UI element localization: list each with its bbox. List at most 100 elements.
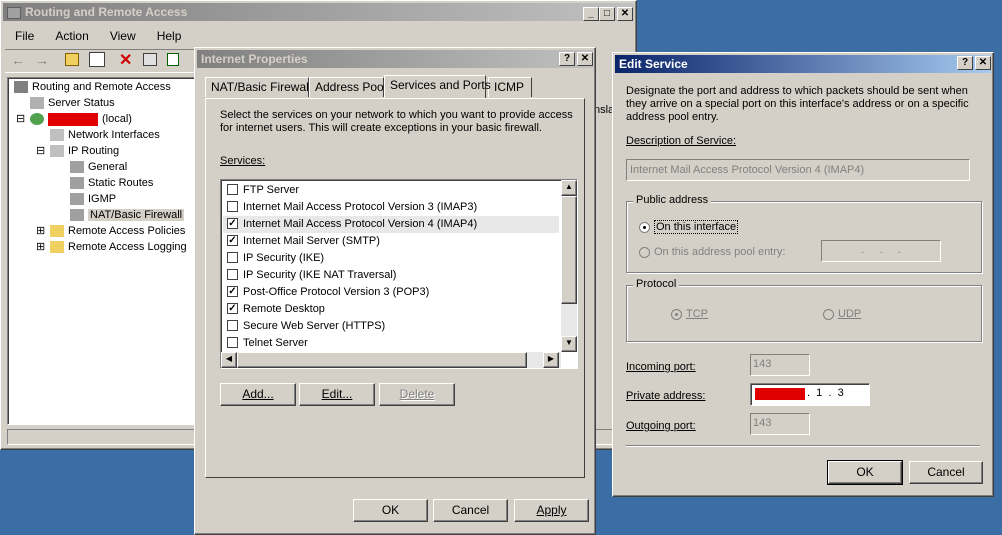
description-of-service-field[interactable]: Internet Mail Access Protocol Version 4 … <box>626 159 970 181</box>
up-folder-icon[interactable] <box>65 53 79 66</box>
scroll-left-arrow-icon[interactable]: ◀ <box>221 352 237 368</box>
tree-expander-policies[interactable]: ⊞ <box>36 224 45 238</box>
service-checkbox[interactable] <box>227 336 238 348</box>
edit-service-button[interactable]: Edit... <box>299 383 375 406</box>
edit-titlebar[interactable]: Edit Service <box>615 55 991 73</box>
service-row-ftp[interactable]: FTP Server <box>223 182 559 199</box>
service-checkbox[interactable] <box>227 183 238 195</box>
service-checkbox[interactable] <box>227 268 238 280</box>
service-row-imap4[interactable]: ✓ Internet Mail Access Protocol Version 4… <box>223 216 559 233</box>
service-checkbox-checked[interactable]: ✓ <box>227 217 238 229</box>
properties-icon[interactable] <box>143 53 157 66</box>
private-address-field[interactable]: . 1 . 3 <box>750 383 870 406</box>
tree-igmp[interactable]: IGMP <box>70 192 116 206</box>
tree-local-server[interactable]: (local) <box>30 112 132 126</box>
radio-udp[interactable]: UDP <box>823 308 861 320</box>
service-checkbox[interactable] <box>227 251 238 263</box>
service-checkbox-checked[interactable]: ✓ <box>227 234 238 246</box>
service-row-ike[interactable]: IP Security (IKE) <box>223 250 559 267</box>
service-row-smtp[interactable]: ✓ Internet Mail Server (SMTP) <box>223 233 559 250</box>
service-row-telnet[interactable]: Telnet Server <box>223 335 559 352</box>
description-of-service-label: Description of Service: <box>626 135 737 147</box>
scroll-right-arrow-icon[interactable]: ▶ <box>543 352 559 368</box>
tab-icmp[interactable]: ICMP <box>488 77 532 97</box>
props-cancel-button[interactable]: Cancel <box>433 499 508 522</box>
refresh-icon[interactable] <box>167 53 179 66</box>
edit-help-button[interactable]: ? <box>957 56 973 70</box>
delete-icon[interactable]: ✕ <box>119 50 132 70</box>
rra-minimize-button[interactable]: _ <box>583 7 599 21</box>
tree-remote-access-logging[interactable]: Remote Access Logging <box>50 240 187 254</box>
private-address-label: Private address: <box>626 390 706 402</box>
scroll-thumb[interactable] <box>561 196 577 304</box>
tree-general[interactable]: General <box>70 160 127 174</box>
add-service-button[interactable]: Add... <box>220 383 296 406</box>
radio-on-pool-entry[interactable]: On this address pool entry: <box>639 246 785 258</box>
service-checkbox-checked[interactable]: ✓ <box>227 285 238 297</box>
radio-on-interface-dot[interactable] <box>639 221 650 233</box>
services-hscrollbar[interactable]: ◀ ▶ <box>221 352 561 368</box>
tree-static-routes[interactable]: Static Routes <box>70 176 153 190</box>
rra-titlebar[interactable]: Routing and Remote Access <box>3 3 634 21</box>
policies-icon <box>50 225 64 238</box>
props-titlebar[interactable]: Internet Properties <box>197 50 593 68</box>
scroll-down-arrow-icon[interactable]: ▼ <box>561 336 577 352</box>
props-tabstrip: NAT/Basic Firewall Address Pool Services… <box>205 75 585 99</box>
service-row-pop3[interactable]: ✓ Post-Office Protocol Version 3 (POP3) <box>223 284 559 301</box>
tab-address-pool[interactable]: Address Pool <box>309 77 386 97</box>
radio-udp-dot[interactable] <box>823 308 834 320</box>
scroll-up-arrow-icon[interactable]: ▲ <box>561 180 577 196</box>
edit-cancel-button[interactable]: Cancel <box>909 461 983 484</box>
radio-on-interface[interactable]: On this interface <box>639 220 739 234</box>
outgoing-port-label: Outgoing port: <box>626 420 696 432</box>
menu-help[interactable]: Help <box>157 29 182 43</box>
props-ok-button[interactable]: OK <box>353 499 428 522</box>
services-label: Services: <box>220 155 266 167</box>
menu-action[interactable]: Action <box>55 29 88 43</box>
service-checkbox[interactable] <box>227 200 238 212</box>
delete-service-button[interactable]: Delete <box>379 383 455 406</box>
props-close-button[interactable]: ✕ <box>577 52 593 66</box>
edit-ok-button[interactable]: OK <box>827 460 903 485</box>
service-row-imap3[interactable]: Internet Mail Access Protocol Version 3 … <box>223 199 559 216</box>
back-arrow-icon[interactable]: ← <box>11 52 25 68</box>
ip-routing-icon <box>50 145 64 158</box>
tree-remote-access-policies[interactable]: Remote Access Policies <box>50 224 185 238</box>
menu-file[interactable]: File <box>15 29 34 43</box>
tree-expander-local[interactable]: ⊟ <box>16 112 25 126</box>
service-row-https[interactable]: Secure Web Server (HTTPS) <box>223 318 559 335</box>
tree-server-status[interactable]: Server Status <box>30 96 115 110</box>
radio-tcp-dot[interactable] <box>671 308 682 320</box>
public-address-label: Public address <box>633 194 712 206</box>
incoming-port-field[interactable]: 143 <box>750 354 810 376</box>
tree-root[interactable]: Routing and Remote Access <box>14 80 171 94</box>
props-help-button[interactable]: ? <box>559 52 575 66</box>
radio-tcp[interactable]: TCP <box>671 308 708 320</box>
edit-separator <box>626 445 980 447</box>
hscroll-thumb[interactable] <box>237 352 527 368</box>
menu-view[interactable]: View <box>110 29 136 43</box>
outgoing-port-field[interactable]: 143 <box>750 413 810 435</box>
tree-nat-firewall[interactable]: NAT/Basic Firewall <box>70 208 185 222</box>
edit-close-button[interactable]: ✕ <box>975 56 991 70</box>
tree-network-interfaces[interactable]: Network Interfaces <box>50 128 160 142</box>
pool-entry-address-field[interactable]: . . . <box>821 240 941 262</box>
props-apply-button[interactable]: Apply <box>514 499 589 522</box>
tree-ip-routing[interactable]: IP Routing <box>50 144 119 158</box>
services-list-rows: FTP Server Internet Mail Access Protocol… <box>223 182 559 352</box>
show-hide-tree-icon[interactable] <box>89 52 105 67</box>
tree-expander-ip-routing[interactable]: ⊟ <box>36 144 45 158</box>
service-checkbox-checked[interactable]: ✓ <box>227 302 238 314</box>
tree-expander-logging[interactable]: ⊞ <box>36 240 45 254</box>
services-list[interactable]: FTP Server Internet Mail Access Protocol… <box>220 179 578 369</box>
rra-close-button[interactable]: ✕ <box>617 7 633 21</box>
tab-nat-basic-firewall[interactable]: NAT/Basic Firewall <box>205 77 311 97</box>
radio-on-pool-dot[interactable] <box>639 246 650 258</box>
rra-maximize-button[interactable]: □ <box>599 7 615 21</box>
service-row-ike-nat[interactable]: IP Security (IKE NAT Traversal) <box>223 267 559 284</box>
service-row-remote-desktop[interactable]: ✓ Remote Desktop <box>223 301 559 318</box>
tab-services-and-ports[interactable]: Services and Ports <box>384 75 491 98</box>
service-checkbox[interactable] <box>227 319 238 331</box>
services-vscrollbar[interactable]: ▲ ▼ <box>561 180 577 352</box>
forward-arrow-icon[interactable]: → <box>35 52 49 68</box>
